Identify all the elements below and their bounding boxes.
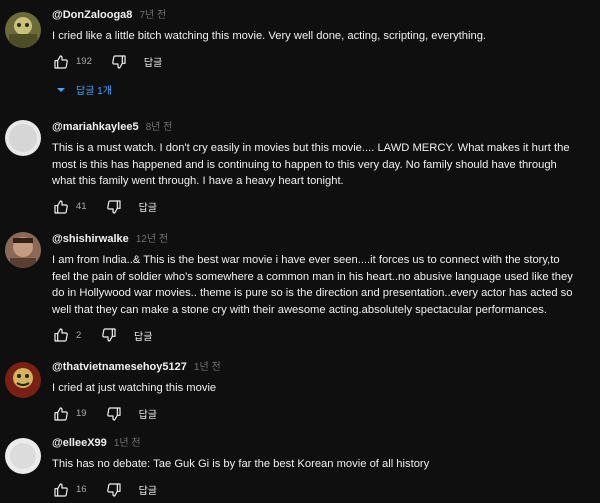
comment-text: I am from India..& This is the best war …	[52, 252, 594, 318]
comment-text-line: what this family went through. I have a …	[52, 175, 344, 187]
view-replies-label: 답글 1개	[76, 86, 112, 97]
like-button[interactable]	[52, 405, 70, 423]
comment-actions: 16 답글	[52, 479, 594, 501]
like-count: 41	[76, 201, 87, 212]
comment-text-line: I cried at just watching this movie	[52, 382, 217, 394]
comment-actions: 2 답글	[52, 324, 594, 346]
dislike-button[interactable]	[105, 198, 123, 216]
comment-header: @thatvietnamesehoy5127 1년 전	[52, 360, 594, 375]
comment-timestamp[interactable]: 7년 전	[139, 10, 166, 21]
avatar[interactable]	[5, 438, 41, 474]
comment-text-line: This has no debate: Tae Guk Gi is by far…	[52, 458, 430, 470]
thumbs-up-icon	[54, 199, 68, 214]
comment-text: I cried at just watching this movie	[52, 380, 594, 397]
reply-button[interactable]: 답글	[139, 406, 157, 421]
avatar[interactable]	[5, 12, 41, 48]
thumbs-down-icon	[106, 482, 121, 497]
comment-header: @mariahkaylee5 8년 전	[52, 120, 594, 135]
dislike-button[interactable]	[110, 53, 128, 71]
avatar[interactable]	[5, 120, 41, 156]
comment-text-line: This is a must watch. I don't cry easily…	[52, 142, 570, 154]
like-count: 2	[76, 329, 82, 341]
comment-timestamp[interactable]: 1년 전	[194, 362, 221, 373]
comment-text: I cried like a little bitch watching thi…	[52, 28, 594, 45]
thumbs-up-icon	[54, 482, 68, 497]
comment-author[interactable]: @thatvietnamesehoy5127	[52, 361, 187, 373]
comment-actions: 192 답글	[52, 51, 594, 73]
reply-button[interactable]: 답글	[144, 54, 162, 69]
comment-header: @shishirwalke 12년 전	[52, 232, 594, 247]
comment-text: This has no debate: Tae Guk Gi is by far…	[52, 456, 594, 473]
comment-text-line: well that they can make a stone cry with…	[52, 303, 547, 316]
avatar[interactable]	[5, 232, 41, 268]
comment-timestamp[interactable]: 12년 전	[136, 234, 168, 245]
comment-text: This is a must watch. I don't cry easily…	[52, 140, 594, 190]
reply-button[interactable]: 답글	[134, 328, 152, 343]
comment-actions: 41 답글	[52, 196, 594, 218]
comment-author[interactable]: @DonZalooga8	[52, 9, 132, 21]
comment-header: @elleeX99 1년 전	[52, 436, 594, 451]
comment-author[interactable]: @shishirwalke	[52, 233, 129, 245]
like-count: 19	[76, 408, 87, 419]
comments-section: @DonZalooga8 7년 전 I cried like a little …	[0, 0, 600, 503]
thumbs-up-icon	[54, 406, 68, 421]
thumbs-down-icon	[112, 54, 126, 69]
thumbs-down-icon	[106, 406, 121, 421]
comment-timestamp[interactable]: 1년 전	[114, 438, 141, 449]
comment-actions: 19 답글	[52, 403, 594, 425]
comment-author[interactable]: @elleeX99	[52, 437, 107, 449]
like-button[interactable]	[52, 198, 70, 216]
comment-author[interactable]: @mariahkaylee5	[52, 121, 139, 133]
dislike-button[interactable]	[105, 405, 123, 423]
like-button[interactable]	[52, 53, 70, 71]
dislike-button[interactable]	[100, 326, 118, 344]
reply-button[interactable]: 답글	[139, 199, 157, 214]
caret-down-icon	[57, 87, 65, 92]
like-button[interactable]	[52, 481, 70, 499]
like-count: 192	[76, 56, 92, 67]
thumbs-down-icon	[102, 328, 116, 342]
comment-header: @DonZalooga8 7년 전	[52, 8, 594, 23]
comment-text-line: most is this has happened and is continu…	[52, 158, 557, 171]
thumbs-up-icon	[54, 54, 68, 69]
thumbs-up-icon	[54, 328, 68, 342]
reply-button[interactable]: 답글	[139, 482, 157, 497]
thumbs-down-icon	[106, 199, 121, 214]
comment-text-line: I cried like a little bitch watching thi…	[52, 30, 487, 42]
like-count: 16	[76, 484, 87, 495]
dislike-button[interactable]	[105, 481, 123, 499]
like-button[interactable]	[52, 326, 70, 344]
comment-timestamp[interactable]: 8년 전	[146, 122, 173, 133]
comment-text-line: I am from India..& This is the best war …	[52, 254, 560, 266]
comment-text-line: do in Hollywood war movies.. theme is pu…	[52, 287, 573, 299]
view-replies-button[interactable]: 답글 1개	[56, 80, 594, 100]
comment-text-line: feel the pain of soldier who's somewhere…	[52, 270, 573, 283]
avatar[interactable]	[5, 362, 41, 398]
